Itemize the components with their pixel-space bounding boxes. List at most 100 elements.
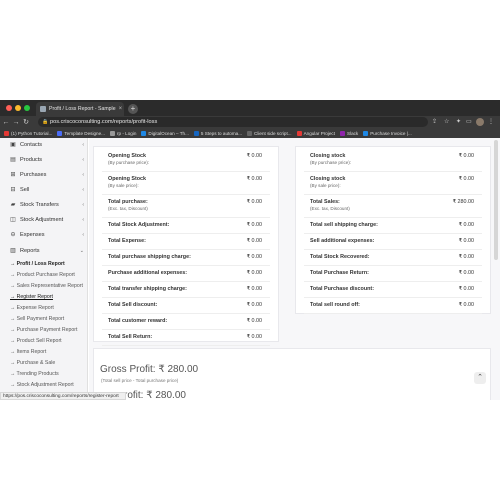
row-sublabel: (Exc. tax, Discount)	[108, 206, 148, 211]
summary-row: Opening Stock (By purchase price): ₹ 0.00	[102, 151, 270, 172]
bookmark-item[interactable]: Template Designe...	[57, 130, 105, 136]
row-value: ₹ 0.00	[246, 238, 262, 244]
summary-row: Total Sales: (Exc. tax, Discount) ₹ 280.00	[304, 197, 482, 218]
url-text: pos.criscoconsulting.com/reports/profit-…	[50, 119, 158, 125]
summary-row: Total sell shipping charge: ₹ 0.00	[304, 220, 482, 234]
tab-favicon-icon	[40, 106, 46, 112]
close-window-icon[interactable]	[6, 105, 12, 111]
row-label: Total Stock Adjustment:	[108, 222, 170, 228]
row-label: Closing stock	[310, 153, 346, 159]
screen: Profit / Loss Report - Sample × + ← → ↻ …	[0, 0, 500, 500]
row-value: ₹ 0.00	[246, 199, 262, 205]
new-tab-button[interactable]: +	[128, 104, 138, 114]
maximize-window-icon[interactable]	[24, 105, 30, 111]
bookmark-item[interactable]: Purchase Invoice |...	[363, 130, 412, 136]
tab-title: Profit / Loss Report - Sample	[49, 106, 116, 112]
summary-row: Total Expense: ₹ 0.00	[102, 236, 270, 250]
row-label: Total customer reward:	[108, 318, 168, 324]
summary-row: Purchase additional expenses: ₹ 0.00	[102, 268, 270, 282]
sidebar-sub-purchase-payment[interactable]: → Purchase Payment Report	[10, 327, 77, 333]
row-label: Total Expense:	[108, 238, 146, 244]
url-field[interactable]: 🔒 pos.criscoconsulting.com/reports/profi…	[38, 117, 428, 127]
bookmark-favicon-icon	[141, 130, 147, 136]
sidebar-sub-expense-report[interactable]: → Expense Report	[10, 305, 54, 311]
sidebar-item-stock-adjustment[interactable]: ◫ Stock Adjustment ‹	[10, 217, 84, 223]
bookmark-item[interactable]: Client side script...	[247, 130, 292, 136]
share-icon[interactable]: ⇪	[432, 118, 437, 125]
summary-row: Total Sell discount: ₹ 0.00	[102, 300, 270, 314]
reload-icon[interactable]: ↻	[22, 118, 30, 126]
sidebar-item-reports[interactable]: ▥ Reports ⌄	[10, 248, 84, 254]
bookmark-favicon-icon	[57, 130, 63, 136]
row-label: Total Sell discount:	[108, 302, 158, 308]
sidebar-toggle-icon[interactable]: ▭	[466, 118, 472, 125]
sidebar-sub-sales-representative[interactable]: → Sales Representative Report	[10, 283, 83, 289]
sidebar-item-label: Stock Adjustment	[20, 217, 64, 223]
row-value: ₹ 0.00	[458, 270, 474, 276]
row-value: ₹ 0.00	[246, 302, 262, 308]
sidebar-item-products[interactable]: ▤ Products ‹	[10, 157, 84, 163]
summary-row: Total Sell Return: ₹ 0.00	[102, 332, 270, 346]
extensions-icon[interactable]: ✦	[456, 118, 461, 125]
bookmark-item[interactable]: Angular Project	[296, 130, 335, 136]
browser-tab[interactable]: Profit / Loss Report - Sample ×	[36, 102, 124, 116]
back-icon[interactable]: ←	[2, 119, 10, 126]
minimize-window-icon[interactable]	[15, 105, 21, 111]
sidebar-sub-sell-payment[interactable]: → Sell Payment Report	[10, 316, 64, 322]
profile-avatar[interactable]	[476, 118, 484, 126]
bookmark-label: Template Designe...	[64, 130, 105, 136]
bookmark-item[interactable]: 5 Steps to automa...	[193, 130, 242, 136]
sidebar-sub-product-sell[interactable]: → Product Sell Report	[10, 338, 62, 344]
row-sublabel: (By sale price):	[310, 183, 341, 188]
bookmark-favicon-icon	[296, 130, 302, 136]
chevron-left-icon: ‹	[82, 232, 84, 238]
chevron-left-icon: ‹	[82, 187, 84, 193]
page-scrollbar[interactable]	[494, 140, 498, 260]
bookmark-star-icon[interactable]: ☆	[444, 118, 449, 125]
sidebar-item-contacts[interactable]: ▣ Contacts ‹	[10, 142, 84, 148]
row-label: Total sell round off:	[310, 302, 360, 308]
row-label: Total purchase shipping charge:	[108, 254, 191, 260]
sidebar-item-sell[interactable]: ⊟ Sell ‹	[10, 187, 84, 193]
sidebar-item-label: Contacts	[20, 142, 43, 148]
row-value: ₹ 0.00	[246, 270, 262, 276]
row-value: ₹ 0.00	[458, 286, 474, 292]
bookmark-item[interactable]: Slack	[340, 130, 359, 136]
sidebar-item-purchases[interactable]: ⊞ Purchases ‹	[10, 172, 84, 178]
gross-profit-heading: Gross Profit: ₹ 280.00	[100, 364, 199, 375]
bookmark-item[interactable]: (1) Python Tutorial...	[4, 130, 52, 136]
row-value: ₹ 280.00	[452, 199, 474, 205]
tab-close-icon[interactable]: ×	[119, 106, 123, 112]
summary-row: Opening Stock (By sale price): ₹ 0.00	[102, 174, 270, 195]
sidebar-sub-profit-loss[interactable]: → Profit / Loss Report	[10, 261, 65, 267]
sidebar-item-stock-transfers[interactable]: ▰ Stock Transfers ‹	[10, 202, 84, 208]
chevron-left-icon: ‹	[82, 217, 84, 223]
sidebar-sub-items-report[interactable]: → Items Report	[10, 349, 46, 355]
forward-icon[interactable]: →	[12, 119, 20, 126]
sidebar-sub-register-report[interactable]: → Register Report	[10, 294, 53, 300]
bookmark-label: Angular Project	[303, 130, 335, 136]
sidebar-item-expenses[interactable]: ⊖ Expenses ‹	[10, 232, 84, 238]
chevron-left-icon: ‹	[82, 142, 84, 148]
row-label: Total Sell Return:	[108, 334, 153, 340]
sidebar-sub-product-purchase[interactable]: → Product Purchase Report	[10, 272, 75, 278]
row-value: ₹ 0.00	[458, 222, 474, 228]
chevron-down-icon: ⌄	[79, 248, 84, 254]
gross-profit-note: (Total sell price - Total purchase price…	[101, 378, 179, 383]
adjustment-icon: ◫	[10, 217, 16, 223]
row-label: Total Purchase Return:	[310, 270, 369, 276]
sidebar-item-label: Reports	[20, 248, 40, 254]
sidebar-sub-stock-adjustment-report[interactable]: → Stock Adjustment Report	[10, 382, 74, 388]
summary-row: Total Stock Recovered: ₹ 0.00	[304, 252, 482, 266]
menu-icon[interactable]: ⋮	[488, 118, 494, 125]
row-label: Total Stock Recovered:	[310, 254, 370, 260]
scroll-to-top-button[interactable]: ⌃	[474, 372, 486, 384]
bookmark-favicon-icon	[340, 130, 345, 136]
sidebar: ▣ Contacts ‹ ▤ Products ‹ ⊞ Purchases ‹ …	[0, 138, 88, 400]
sidebar-sub-trending-products[interactable]: → Trending Products	[10, 371, 59, 377]
bookmark-item[interactable]: rp - Login	[109, 130, 136, 136]
sidebar-sub-purchase-sale[interactable]: → Purchase & Sale	[10, 360, 55, 366]
bookmark-label: Slack	[347, 130, 359, 136]
bookmark-item[interactable]: DigitalOcean – Th...	[141, 130, 189, 136]
summary-row: Total sell round off: ₹ 0.00	[304, 300, 482, 314]
